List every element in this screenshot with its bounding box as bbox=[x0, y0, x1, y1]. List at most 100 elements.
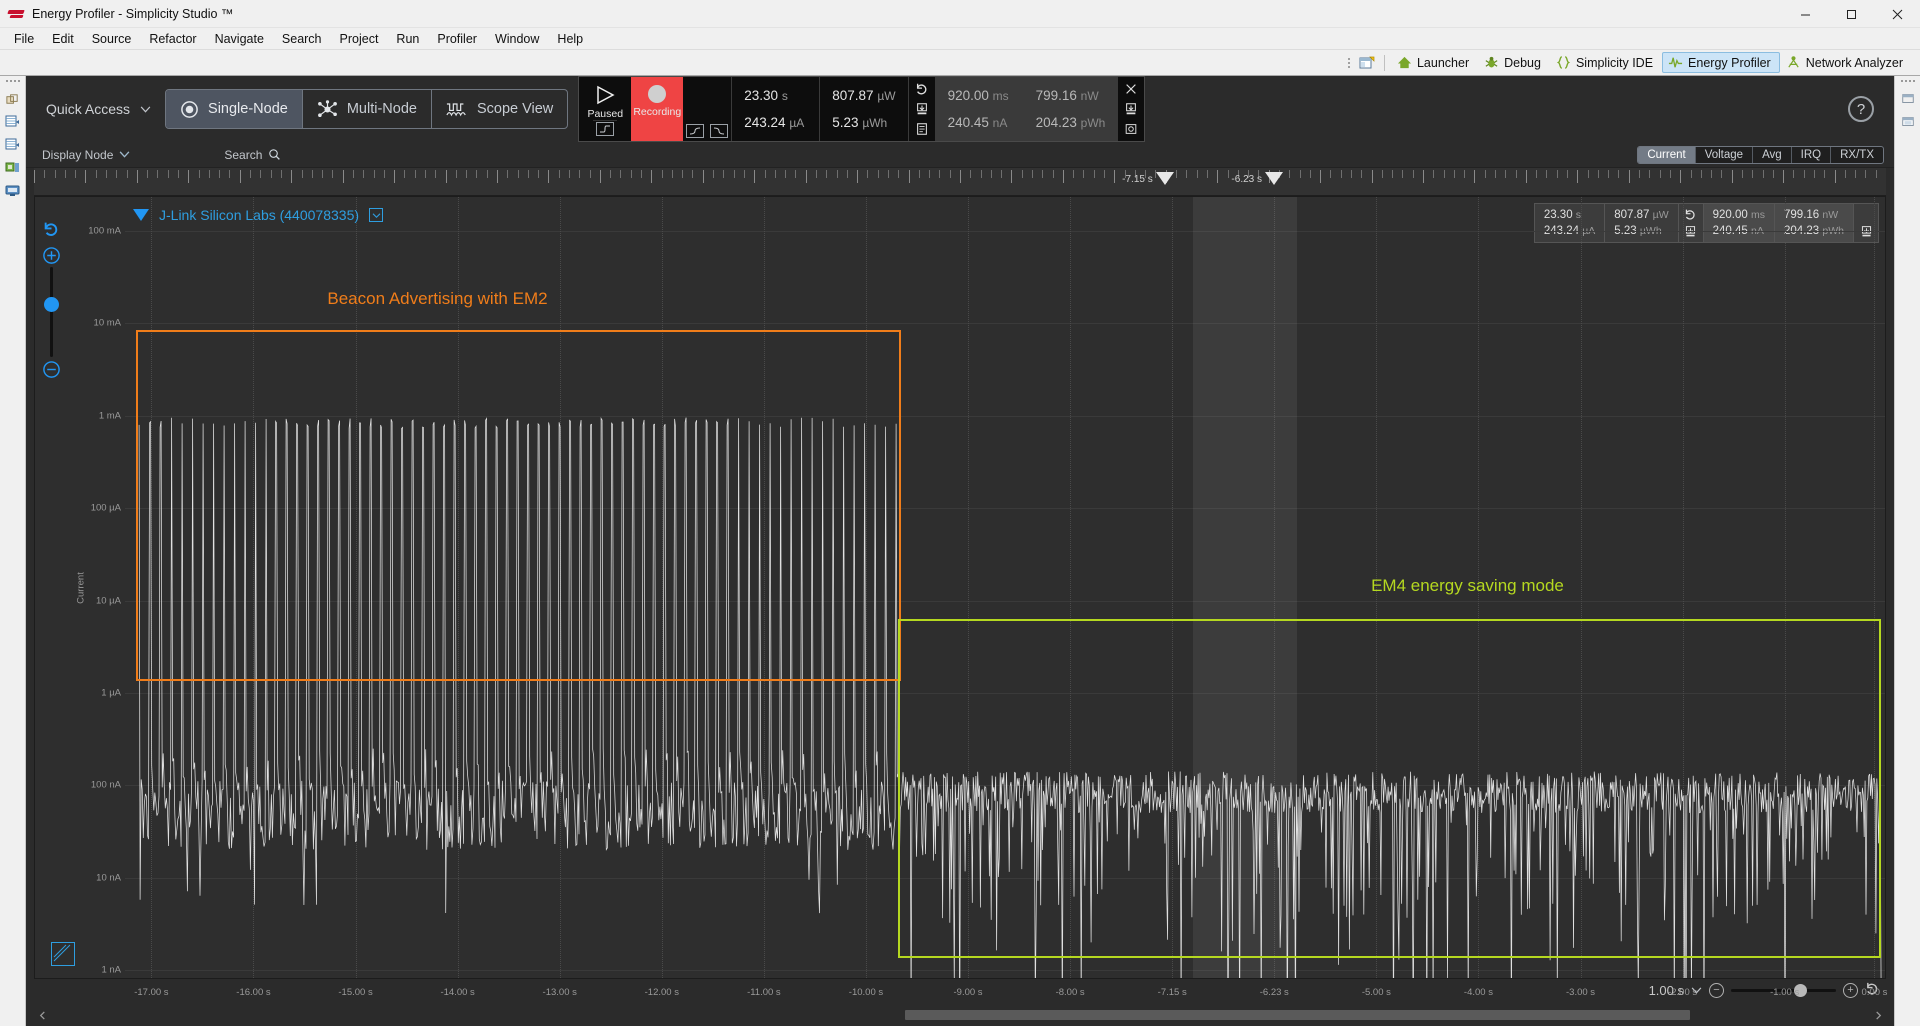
maximize-view-icon[interactable] bbox=[1898, 113, 1918, 131]
perspective-simplicity-ide[interactable]: Simplicity IDE bbox=[1550, 52, 1662, 73]
vzoom-out-icon[interactable] bbox=[41, 359, 61, 379]
quick-access[interactable]: Quick Access bbox=[34, 101, 165, 117]
scroll-left-icon[interactable] bbox=[36, 1009, 48, 1021]
minimize-view-icon[interactable] bbox=[1898, 90, 1918, 108]
title-bar: Energy Profiler - Simplicity Studio ™ bbox=[0, 0, 1920, 28]
save-icon[interactable] bbox=[912, 101, 932, 117]
restore-view-icon[interactable] bbox=[3, 90, 23, 108]
zoom-in-button[interactable]: + bbox=[1843, 982, 1858, 998]
menu-help[interactable]: Help bbox=[548, 30, 592, 48]
mode-scope-view[interactable]: Scope View bbox=[432, 90, 567, 128]
close-icon[interactable] bbox=[1121, 81, 1141, 97]
sel-current-value: 240.45 bbox=[947, 115, 989, 130]
play-pause-label: Paused bbox=[587, 108, 624, 120]
current-waveform bbox=[138, 417, 1882, 978]
open-perspective-icon[interactable] bbox=[1356, 53, 1378, 73]
cursor-marker-1[interactable]: -7.15 s bbox=[1122, 172, 1174, 185]
segment-avg[interactable]: Avg bbox=[1753, 146, 1792, 163]
save-selection-icon[interactable] bbox=[1121, 101, 1141, 117]
perspective-debug-label: Debug bbox=[1504, 55, 1541, 70]
display-node-dropdown[interactable]: Display Node bbox=[34, 148, 138, 162]
menu-window[interactable]: Window bbox=[486, 30, 548, 48]
y-axis: Current 100 mA 10 mA 1 mA 100 µA 10 µA 1 µA 10… bbox=[67, 197, 125, 978]
x-axis-tick: -10.00 s bbox=[848, 987, 884, 998]
perspective-launcher[interactable]: Launcher bbox=[1391, 52, 1478, 73]
debug-adapters-icon[interactable] bbox=[3, 159, 23, 177]
sel-time-value: 920.00 bbox=[947, 88, 989, 103]
segment-voltage[interactable]: Voltage bbox=[1696, 146, 1754, 163]
search-box[interactable]: Search bbox=[216, 148, 289, 162]
cursor-marker-2[interactable]: -6.23 s bbox=[1231, 172, 1283, 185]
sel-power-unit: nW bbox=[1080, 89, 1099, 103]
right-icon-rail bbox=[1894, 76, 1920, 1026]
perspective-energy-profiler[interactable]: Energy Profiler bbox=[1662, 52, 1780, 73]
sel-energy-unit: pWh bbox=[1080, 116, 1106, 130]
scroll-thumb[interactable] bbox=[905, 1010, 1690, 1020]
device-header: J-Link Silicon Labs (440078335) bbox=[125, 197, 384, 233]
menu-profiler[interactable]: Profiler bbox=[428, 30, 486, 48]
menu-edit[interactable]: Edit bbox=[43, 30, 83, 48]
menu-refactor[interactable]: Refactor bbox=[140, 30, 205, 48]
vzoom-slider-knob[interactable] bbox=[44, 297, 59, 312]
filter-bar: Display Node Search Current Voltage Avg … bbox=[26, 142, 1894, 168]
console-icon[interactable] bbox=[3, 182, 23, 200]
switch-icon[interactable] bbox=[596, 122, 615, 136]
vzoom-reset-icon[interactable] bbox=[41, 219, 61, 239]
menu-bar: File Edit Source Refactor Navigate Searc… bbox=[0, 28, 1920, 50]
mode-single-node[interactable]: Single-Node bbox=[166, 90, 303, 128]
live-current-unit: µA bbox=[789, 116, 805, 130]
checkbox-icon[interactable] bbox=[369, 208, 384, 222]
x-axis-tick: -17.00 s bbox=[134, 987, 169, 998]
triangle-down-icon[interactable] bbox=[133, 209, 149, 221]
menu-project[interactable]: Project bbox=[331, 30, 388, 48]
outline-icon[interactable] bbox=[3, 136, 23, 154]
perspective-simplicity-ide-label: Simplicity IDE bbox=[1575, 55, 1654, 70]
help-button[interactable]: ? bbox=[1848, 96, 1874, 122]
maximize-button[interactable] bbox=[1828, 0, 1874, 28]
horizontal-scrollbar[interactable] bbox=[34, 1007, 1886, 1023]
curve-rise-icon[interactable] bbox=[686, 124, 705, 138]
toolbar-grip[interactable] bbox=[1346, 55, 1352, 71]
vzoom-in-icon[interactable] bbox=[41, 245, 61, 265]
y-axis-tick: 1 µA bbox=[101, 687, 121, 699]
y-axis-tick: 1 nA bbox=[101, 964, 121, 976]
perspective-network-analyzer[interactable]: Network Analyzer bbox=[1780, 52, 1912, 73]
menu-run[interactable]: Run bbox=[387, 30, 428, 48]
zoom-out-button[interactable]: − bbox=[1709, 982, 1724, 998]
network-icon bbox=[1788, 56, 1799, 68]
bug-icon bbox=[1485, 56, 1498, 68]
curve-fall-icon[interactable] bbox=[710, 124, 729, 138]
menu-navigate[interactable]: Navigate bbox=[206, 30, 273, 48]
screenshot-icon[interactable] bbox=[1121, 121, 1141, 137]
scroll-right-icon[interactable] bbox=[1872, 1009, 1884, 1021]
rail-grip-right[interactable] bbox=[1900, 80, 1915, 82]
menu-search[interactable]: Search bbox=[273, 30, 331, 48]
device-name[interactable]: J-Link Silicon Labs (440078335) bbox=[159, 207, 359, 223]
undo-icon[interactable] bbox=[912, 81, 932, 97]
mode-multi-node[interactable]: Multi-Node bbox=[303, 90, 432, 128]
segment-irq[interactable]: IRQ bbox=[1792, 146, 1832, 163]
vzoom-slider-track[interactable] bbox=[50, 267, 53, 357]
minimize-button[interactable] bbox=[1782, 0, 1828, 28]
x-axis-tick: -13.00 s bbox=[542, 987, 577, 998]
list-icon[interactable] bbox=[912, 121, 932, 137]
sel-current: 240.45 nA bbox=[948, 115, 1011, 130]
project-explorer-icon[interactable] bbox=[3, 113, 23, 131]
menu-source[interactable]: Source bbox=[83, 30, 141, 48]
sel-power: 799.16 nW bbox=[1036, 88, 1106, 103]
current-plot[interactable]: J-Link Silicon Labs (440078335) 23.30 s … bbox=[125, 197, 1885, 978]
menu-file[interactable]: File bbox=[5, 30, 43, 48]
segment-current[interactable]: Current bbox=[1638, 146, 1696, 163]
perspective-debug[interactable]: Debug bbox=[1478, 52, 1550, 73]
play-pause-button[interactable]: Paused bbox=[579, 77, 632, 141]
record-button[interactable]: Recording bbox=[631, 77, 684, 141]
rail-grip[interactable] bbox=[5, 80, 20, 82]
segment-rxtx[interactable]: RX/TX bbox=[1831, 147, 1883, 163]
close-button[interactable] bbox=[1874, 0, 1920, 28]
selection-power-energy: 799.16 nW 204.23 pWh bbox=[1022, 77, 1118, 141]
time-ruler[interactable]: -7.15 s -6.23 s bbox=[34, 168, 1886, 196]
cursor-marker-1-label: -7.15 s bbox=[1122, 174, 1153, 185]
y-axis-tick: 10 µA bbox=[95, 595, 121, 606]
scroll-track[interactable] bbox=[48, 1010, 1872, 1020]
recorder-right-icons bbox=[1117, 77, 1144, 141]
